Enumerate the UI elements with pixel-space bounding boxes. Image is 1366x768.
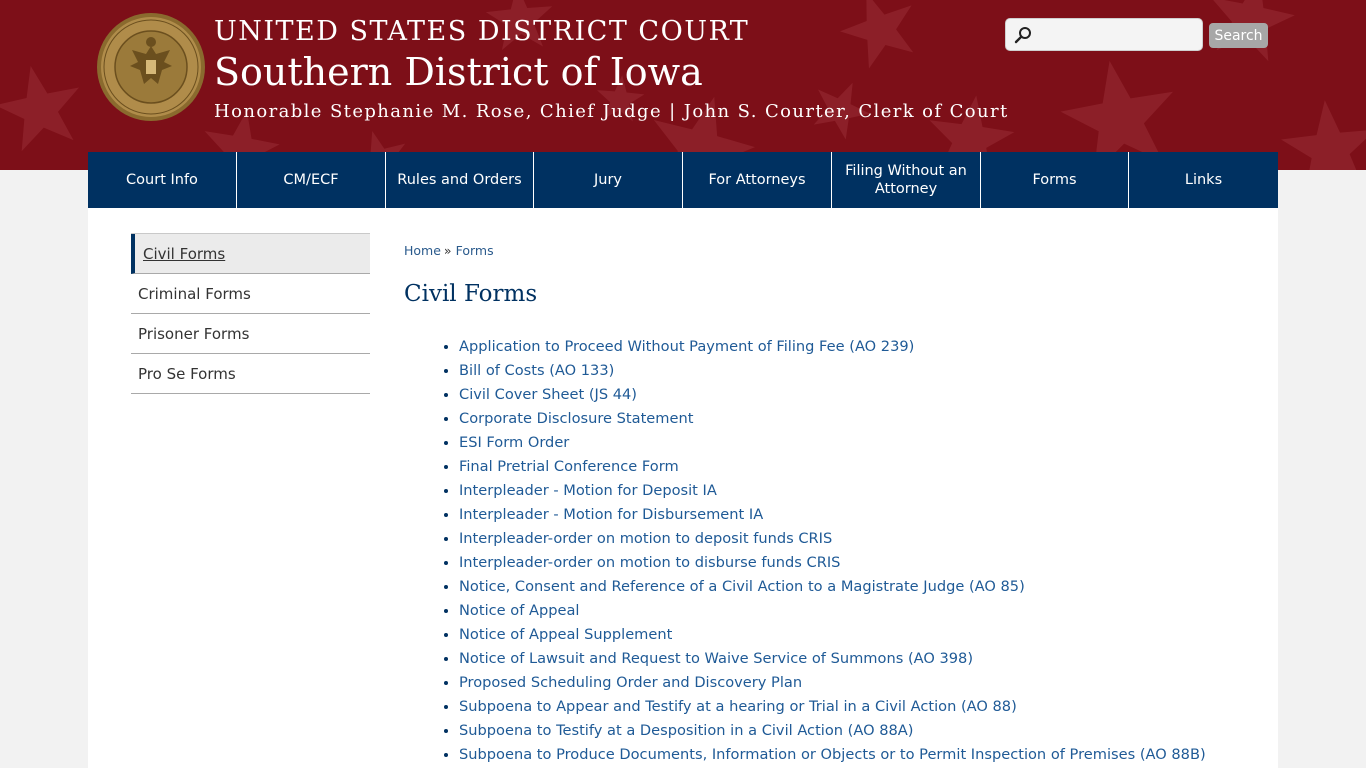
list-item: Subpoena to Produce Documents, Informati… <box>459 743 1206 767</box>
list-item: Subpoena to Appear and Testify at a hear… <box>459 695 1206 719</box>
form-link[interactable]: Subpoena to Testify at a Desposition in … <box>459 722 913 739</box>
nav-cm-ecf[interactable]: CM/ECF <box>237 152 386 208</box>
list-item: Subpoena to Testify at a Desposition in … <box>459 719 1206 743</box>
search-button[interactable]: Search <box>1209 23 1268 48</box>
search-box[interactable] <box>1005 18 1203 51</box>
form-link[interactable]: Proposed Scheduling Order and Discovery … <box>459 674 802 691</box>
form-link[interactable]: ESI Form Order <box>459 434 569 451</box>
form-link[interactable]: Bill of Costs (AO 133) <box>459 362 614 379</box>
form-link[interactable]: Final Pretrial Conference Form <box>459 458 679 475</box>
breadcrumb-separator: » <box>443 243 452 258</box>
form-link[interactable]: Civil Cover Sheet (JS 44) <box>459 386 637 403</box>
nav-rules-and-orders[interactable]: Rules and Orders <box>386 152 534 208</box>
list-item: ESI Form Order <box>459 431 1206 455</box>
list-item: Proposed Scheduling Order and Discovery … <box>459 671 1206 695</box>
forms-list: Application to Proceed Without Payment o… <box>441 335 1206 767</box>
form-link[interactable]: Subpoena to Appear and Testify at a hear… <box>459 698 1017 715</box>
form-link[interactable]: Interpleader - Motion for Deposit IA <box>459 482 717 499</box>
nav-filing-without-attorney[interactable]: Filing Without an Attorney <box>832 152 981 208</box>
list-item: Notice of Lawsuit and Request to Waive S… <box>459 647 1206 671</box>
site-header: UNITED STATES DISTRICT COURT Southern Di… <box>0 0 1366 170</box>
list-item: Bill of Costs (AO 133) <box>459 359 1206 383</box>
court-officials: Honorable Stephanie M. Rose, Chief Judge… <box>214 101 1009 122</box>
list-item: Civil Cover Sheet (JS 44) <box>459 383 1206 407</box>
form-link[interactable]: Notice of Appeal <box>459 602 579 619</box>
list-item: Interpleader - Motion for Deposit IA <box>459 479 1206 503</box>
sidebar-item-prisoner-forms[interactable]: Prisoner Forms <box>131 314 370 354</box>
search-input[interactable] <box>1036 23 1200 49</box>
form-link[interactable]: Application to Proceed Without Payment o… <box>459 338 914 355</box>
search-icon <box>1014 27 1031 44</box>
nav-forms[interactable]: Forms <box>981 152 1129 208</box>
page-title: Civil Forms <box>404 281 538 307</box>
form-link[interactable]: Notice, Consent and Reference of a Civil… <box>459 578 1025 595</box>
list-item: Notice of Appeal Supplement <box>459 623 1206 647</box>
nav-court-info[interactable]: Court Info <box>88 152 237 208</box>
form-link[interactable]: Notice of Lawsuit and Request to Waive S… <box>459 650 973 667</box>
court-name: UNITED STATES DISTRICT COURT <box>214 16 750 47</box>
form-link[interactable]: Corporate Disclosure Statement <box>459 410 693 427</box>
main-nav: Court Info CM/ECF Rules and Orders Jury … <box>88 152 1278 208</box>
list-item: Notice of Appeal <box>459 599 1206 623</box>
list-item: Interpleader - Motion for Disbursement I… <box>459 503 1206 527</box>
breadcrumb: Home» Forms <box>404 243 494 258</box>
nav-links[interactable]: Links <box>1129 152 1278 208</box>
list-item: Notice, Consent and Reference of a Civil… <box>459 575 1206 599</box>
list-item: Interpleader-order on motion to deposit … <box>459 527 1206 551</box>
breadcrumb-home-link[interactable]: Home <box>404 243 441 258</box>
form-link[interactable]: Interpleader-order on motion to disburse… <box>459 554 840 571</box>
form-link[interactable]: Notice of Appeal Supplement <box>459 626 672 643</box>
nav-for-attorneys[interactable]: For Attorneys <box>683 152 832 208</box>
form-link[interactable]: Interpleader - Motion for Disbursement I… <box>459 506 763 523</box>
court-seal-icon <box>97 13 205 121</box>
list-item: Interpleader-order on motion to disburse… <box>459 551 1206 575</box>
sidebar-item-civil-forms[interactable]: Civil Forms <box>131 234 370 274</box>
list-item: Corporate Disclosure Statement <box>459 407 1206 431</box>
district-name[interactable]: Southern District of Iowa <box>214 50 703 94</box>
sidebar-item-pro-se-forms[interactable]: Pro Se Forms <box>131 354 370 394</box>
sidebar: Civil Forms Criminal Forms Prisoner Form… <box>131 233 370 394</box>
sidebar-item-criminal-forms[interactable]: Criminal Forms <box>131 274 370 314</box>
form-link[interactable]: Interpleader-order on motion to deposit … <box>459 530 832 547</box>
list-item: Application to Proceed Without Payment o… <box>459 335 1206 359</box>
breadcrumb-forms-link[interactable]: Forms <box>456 243 494 258</box>
form-link[interactable]: Subpoena to Produce Documents, Informati… <box>459 746 1206 763</box>
list-item: Final Pretrial Conference Form <box>459 455 1206 479</box>
nav-jury[interactable]: Jury <box>534 152 683 208</box>
